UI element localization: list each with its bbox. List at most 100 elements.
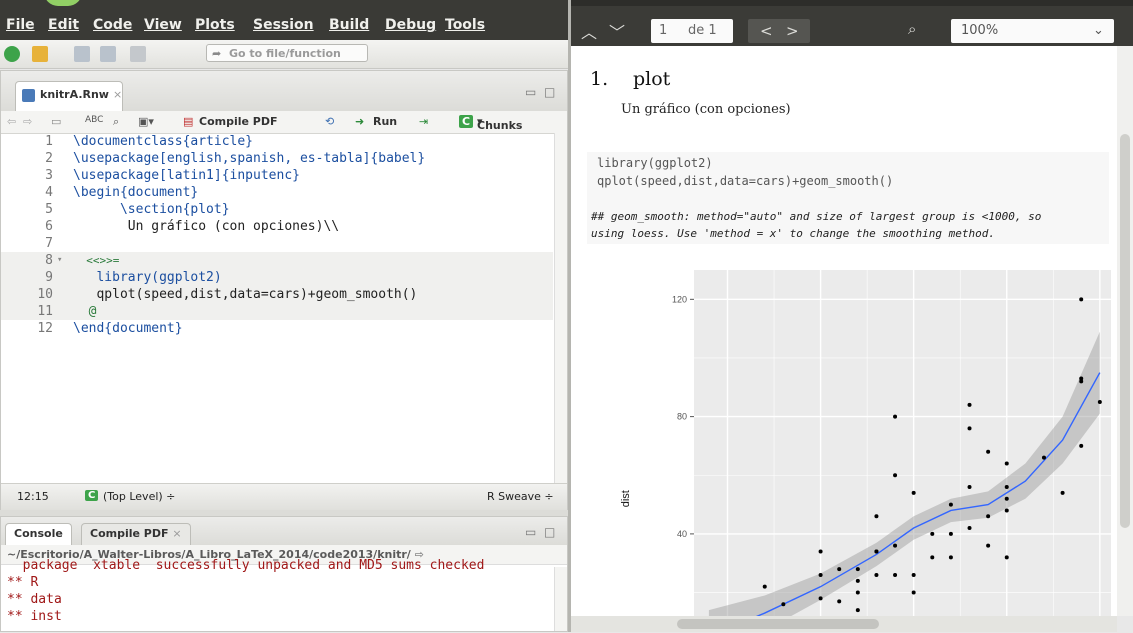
menu-tools[interactable]: Tools bbox=[445, 17, 485, 33]
menu-view[interactable]: View bbox=[144, 17, 182, 33]
close-tab-icon[interactable]: × bbox=[113, 88, 122, 101]
code-line: <<>>= bbox=[73, 254, 120, 267]
save-doc-icon[interactable]: ▭ bbox=[51, 115, 61, 128]
y-tick-label: 80 bbox=[677, 412, 687, 422]
pdf-horizontal-scrollbar[interactable] bbox=[571, 616, 1117, 632]
pdf-vertical-scrollbar[interactable] bbox=[1117, 46, 1133, 616]
minimize-pane-icon[interactable]: ▭ bbox=[525, 85, 536, 99]
maximize-pane-icon[interactable]: □ bbox=[544, 85, 555, 99]
code-line: qplot(speed,dist,data=cars)+geom_smooth(… bbox=[73, 287, 418, 302]
code-line: Un gráfico (con opciones)\\ bbox=[73, 219, 340, 234]
console-output[interactable]: package xtable successfully unpacked and… bbox=[1, 558, 553, 633]
editor-status-bar: 12:15 C (Top Level) ÷ R Sweave ÷ bbox=[1, 483, 567, 510]
save-all-icon[interactable] bbox=[100, 46, 116, 62]
data-point bbox=[855, 608, 860, 613]
menu-session[interactable]: Session bbox=[253, 17, 314, 33]
editor-scrollbar[interactable] bbox=[554, 133, 567, 483]
open-project-icon[interactable] bbox=[32, 46, 48, 62]
code-line: \usepackage[latin1]{inputenc} bbox=[73, 168, 300, 183]
data-point bbox=[911, 590, 916, 595]
data-point bbox=[967, 526, 972, 531]
page-nav-group: < > bbox=[748, 19, 810, 43]
pdf-page[interactable]: 1. plot Un gráfico (con opciones) librar… bbox=[571, 46, 1117, 616]
data-point bbox=[911, 490, 916, 495]
editor-tab-label: knitrA.Rnw bbox=[40, 88, 109, 101]
data-point bbox=[1060, 490, 1065, 495]
chunks-menu[interactable]: Chunks ▾ bbox=[477, 115, 522, 132]
chevron-down-icon: ⌄ bbox=[1093, 23, 1104, 38]
rerun-icon[interactable]: ⟲ bbox=[325, 115, 334, 128]
data-point bbox=[1079, 376, 1084, 381]
menu-plots[interactable]: Plots bbox=[195, 17, 235, 33]
data-point bbox=[855, 567, 860, 572]
new-file-icon[interactable] bbox=[4, 46, 20, 62]
format-icon[interactable]: ▣▾ bbox=[138, 115, 154, 128]
tab-console[interactable]: Console bbox=[5, 523, 72, 546]
data-point bbox=[930, 531, 935, 536]
find-icon[interactable]: ⌕ bbox=[113, 115, 119, 129]
minimize-pane-icon[interactable]: ▭ bbox=[525, 525, 536, 539]
scope-selector[interactable]: (Top Level) ÷ bbox=[103, 490, 175, 503]
data-point bbox=[1079, 443, 1084, 448]
data-point bbox=[1004, 496, 1009, 501]
spellcheck-icon[interactable]: ABC bbox=[85, 115, 103, 125]
data-point bbox=[893, 572, 898, 577]
code-editor[interactable]: 1 \documentclass{article} 2 \usepackage[en… bbox=[1, 133, 555, 483]
menu-build[interactable]: Build bbox=[329, 17, 369, 33]
data-point bbox=[967, 484, 972, 489]
print-icon[interactable] bbox=[130, 46, 146, 62]
run-button[interactable]: Run bbox=[373, 115, 397, 128]
code-line: \documentclass{article} bbox=[73, 134, 254, 149]
go-to-file-placeholder: Go to file/function bbox=[229, 47, 341, 60]
data-point bbox=[874, 572, 879, 577]
save-icon[interactable] bbox=[74, 46, 90, 62]
data-point bbox=[967, 402, 972, 407]
data-point bbox=[893, 414, 898, 419]
data-point bbox=[781, 602, 786, 607]
file-type-selector[interactable]: R Sweave ÷ bbox=[487, 490, 554, 503]
search-icon[interactable]: ⌕ bbox=[908, 20, 916, 38]
run-icon: ➜ bbox=[355, 115, 365, 128]
fold-chevron-icon[interactable]: ▾ bbox=[57, 252, 62, 269]
data-point bbox=[855, 590, 860, 595]
data-point bbox=[874, 514, 879, 519]
chevron-up-icon[interactable]: ︿ bbox=[581, 19, 597, 43]
go-to-file-input[interactable]: ➦ Go to file/function bbox=[206, 44, 368, 62]
scroll-thumb[interactable] bbox=[677, 619, 879, 629]
forward-arrow-icon[interactable]: ⇨ bbox=[23, 115, 32, 128]
compile-pdf-button[interactable]: Compile PDF bbox=[199, 115, 278, 128]
data-point bbox=[837, 599, 842, 604]
data-point bbox=[1004, 461, 1009, 466]
back-arrow-icon[interactable]: ⇦ bbox=[7, 115, 16, 128]
data-point bbox=[1097, 399, 1102, 404]
chevron-down-icon[interactable]: ﹀ bbox=[609, 19, 625, 43]
data-point bbox=[893, 543, 898, 548]
next-page-icon[interactable]: > bbox=[786, 19, 799, 43]
menu-debug[interactable]: Debug bbox=[385, 17, 436, 33]
console-pane: Console Compile PDF × ▭ □ ~/Escritorio/A… bbox=[0, 516, 568, 632]
source-editor-pane: knitrA.Rnw × ▭ □ ⇦ ⇨ ▭ ABC ⌕ ▣▾ ▤ Compile… bbox=[0, 70, 568, 510]
data-point bbox=[1041, 455, 1046, 460]
page-number-input[interactable]: 1 de 1 bbox=[651, 19, 733, 43]
main-toolbar: ➦ Go to file/function bbox=[0, 40, 568, 69]
data-point bbox=[911, 572, 916, 577]
source-icon[interactable]: ⇥ bbox=[419, 115, 428, 128]
zoom-select[interactable]: 100% ⌄ bbox=[951, 19, 1114, 43]
console-line: package xtable successfully unpacked and… bbox=[7, 558, 485, 573]
menu-edit[interactable]: Edit bbox=[48, 17, 79, 33]
rnw-file-icon bbox=[22, 89, 35, 102]
editor-tab-knitrA[interactable]: knitrA.Rnw × bbox=[15, 81, 123, 111]
scatter-plot: 40 80 120 dist bbox=[620, 270, 1111, 616]
logo-glow bbox=[44, 0, 82, 6]
scroll-thumb[interactable] bbox=[1120, 134, 1130, 528]
data-point bbox=[948, 502, 953, 507]
tab-compile-pdf[interactable]: Compile PDF × bbox=[81, 523, 191, 546]
menu-code[interactable]: Code bbox=[93, 17, 132, 33]
editor-toolbar: ⇦ ⇨ ▭ ABC ⌕ ▣▾ ▤ Compile PDF ⟲ ➜ Run ⇥ C… bbox=[1, 111, 567, 134]
menu-file[interactable]: File bbox=[6, 17, 35, 33]
console-scrollbar[interactable] bbox=[554, 567, 567, 631]
maximize-pane-icon[interactable]: □ bbox=[544, 525, 555, 539]
data-point bbox=[1004, 555, 1009, 560]
console-line: ** inst bbox=[7, 609, 62, 624]
previous-page-icon[interactable]: < bbox=[760, 19, 773, 43]
